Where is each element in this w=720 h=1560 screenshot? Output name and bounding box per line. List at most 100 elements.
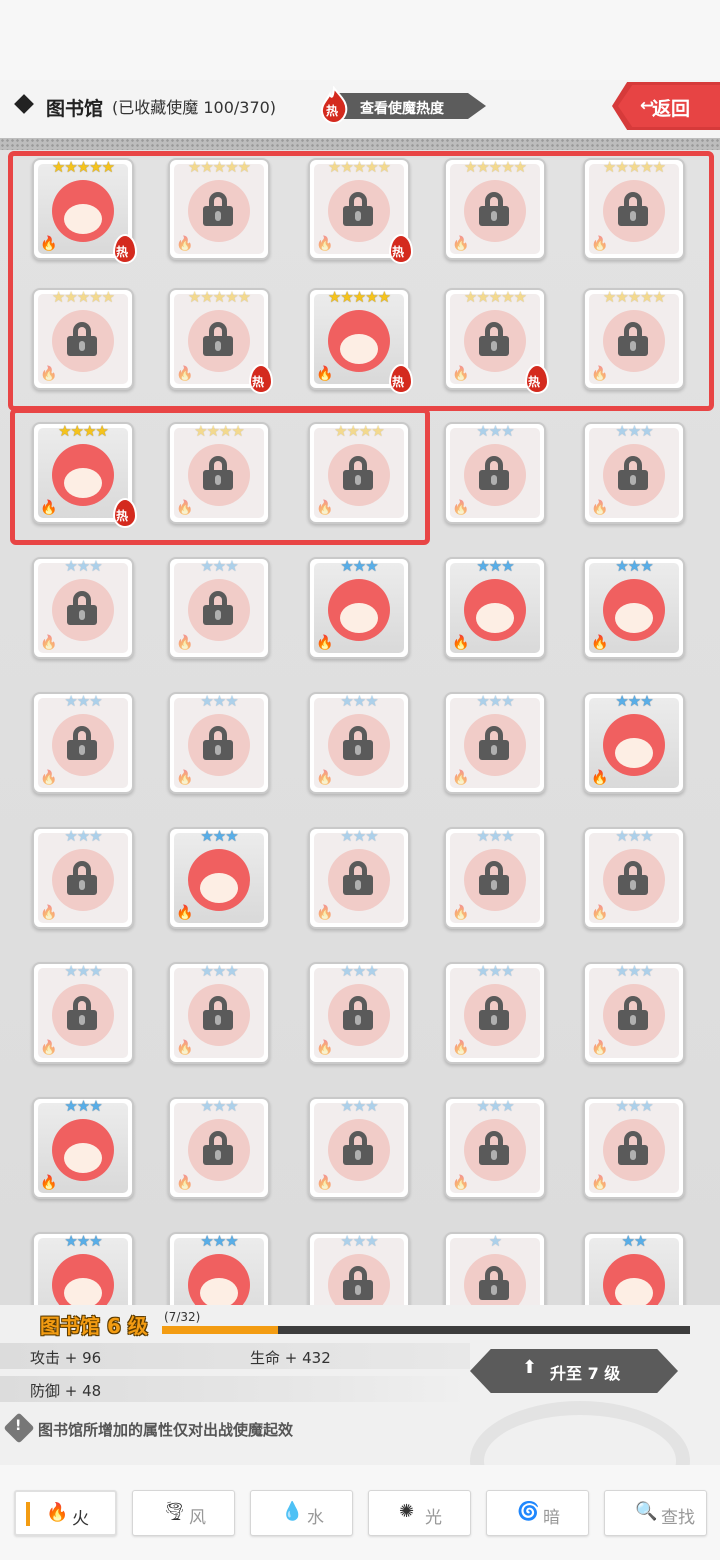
star-rating: ★★★ [64,1232,102,1250]
back-button[interactable]: ↩ 返回 [612,82,720,130]
familiar-card[interactable]: ★★★🔥 [308,827,410,929]
familiar-card[interactable]: ★★★🔥 [308,962,410,1064]
familiar-card[interactable]: ★★★★ 🔥 [168,422,270,524]
familiar-card[interactable]: ★★★★★ 🔥 [32,288,134,390]
tab-label: 暗 [543,1508,560,1528]
familiar-card[interactable]: ★★★★★ 🔥 热 [168,288,273,394]
notice-bar: ! 图书馆所增加的属性仅对出战使魔起效 [0,1411,720,1445]
familiar-card[interactable]: ★★★🔥 [583,827,685,929]
tab-label: 风 [189,1508,206,1528]
familiar-card[interactable]: ★★★🔥 [308,692,410,794]
familiar-card[interactable]: ★★★★ 🔥 [308,422,410,524]
tab-search[interactable]: 🔍 查找 [604,1490,707,1536]
familiar-card[interactable]: ★★★🔥 [168,962,270,1064]
lock-icon [67,861,97,895]
familiar-card[interactable]: ★★★★★ 🔥 热 [32,158,137,264]
familiar-card[interactable]: ★★★🔥 [444,827,546,929]
familiar-face [188,1254,250,1305]
star-rating: ★★★ [200,1232,238,1250]
familiar-grid[interactable]: ★★★★★ 🔥 热 ★★★★★ 🔥 ★★★★★ 🔥 热 ★★★★★ 🔥 ★★★★★ 🔥 ★★★★★ 🔥 ★★… [0,150,720,1305]
familiar-card[interactable]: ★★★🔥 [583,962,685,1064]
familiar-card[interactable]: ★🔥 [444,1232,546,1305]
fire-element-icon: 🔥 [40,1175,58,1191]
fire-element-icon: 🔥 [316,635,334,651]
tab-water[interactable]: 💧 水 [250,1490,353,1536]
view-heat-button[interactable]: 热 查看使魔热度 [318,86,488,124]
familiar-card[interactable]: ★★★🔥 [32,1232,134,1305]
star-rating: ★★★ [340,557,378,575]
familiar-card[interactable]: ★★★🔥 [168,827,270,929]
familiar-card[interactable]: ★★★🔥 [32,962,134,1064]
lock-icon [67,726,97,760]
familiar-card[interactable]: ★★★🔥 [168,557,270,659]
upgrade-button[interactable]: ⬆ 升至 7 级 [470,1349,678,1393]
wind-icon: 🌪 [163,1501,186,1522]
star-rating: ★★★ [64,1097,102,1115]
familiar-card[interactable]: ★★★🔥 [168,1097,270,1199]
star-rating: ★★★★ [194,422,245,440]
familiar-card[interactable]: ★★★🔥 [583,557,685,659]
hot-badge-text: 热 [392,245,405,259]
familiar-card[interactable]: ★★★🔥 [444,692,546,794]
tab-light[interactable]: ✺ 光 [368,1490,471,1536]
familiar-card[interactable]: ★★★★★ 🔥 [168,158,270,260]
star-rating: ★★★ [64,827,102,845]
fire-element-icon: 🔥 [176,500,194,516]
familiar-card[interactable]: ★★★ 🔥 [32,1097,134,1199]
tab-wind[interactable]: 🌪 风 [132,1490,235,1536]
familiar-card[interactable]: ★★★★★ 🔥 热 [308,288,413,394]
tab-fire[interactable]: 🔥 火 [14,1490,117,1536]
familiar-card[interactable]: ★★★🔥 [32,557,134,659]
fire-element-icon: 🔥 [316,500,334,516]
familiar-card[interactable]: ★★★🔥 [32,827,134,929]
lock-icon [618,996,648,1030]
lock-icon [479,322,509,356]
familiar-card[interactable]: ★★★🔥 [583,422,685,524]
tab-label: 水 [307,1508,324,1528]
lock-icon [343,996,373,1030]
familiar-card[interactable]: ★★★🔥 [444,557,546,659]
familiar-card[interactable]: ★★★🔥 [583,692,685,794]
familiar-card[interactable]: ★★★🔥 [168,1232,270,1305]
hp-stat: 生命 + 432 [250,1349,331,1367]
lock-icon [479,861,509,895]
familiar-card[interactable]: ★★★★★ 🔥 热 [308,158,413,264]
fire-element-icon: 🔥 [591,1175,609,1191]
familiar-card[interactable]: ★★★🔥 [444,1097,546,1199]
fire-element-icon: 🔥 [452,905,470,921]
tab-dark[interactable]: 🌀 暗 [486,1490,589,1536]
familiar-card[interactable]: ★★★★★ 🔥 热 [444,288,549,394]
familiar-card[interactable]: ★★★★ 🔥 热 [32,422,137,528]
familiar-card[interactable]: ★★★🔥 [32,692,134,794]
familiar-card[interactable]: ★★★★★ 🔥 [583,158,685,260]
familiar-card[interactable]: ★★★🔥 [308,1232,410,1305]
familiar-card[interactable]: ★★🔥 [583,1232,685,1305]
familiar-face [603,1254,665,1305]
lock-icon [203,726,233,760]
familiar-card[interactable]: ★★★ 🔥 [308,557,410,659]
up-arrow-icon: ⬆ [522,1357,538,1378]
lock-icon [618,192,648,226]
familiar-card[interactable]: ★★★🔥 [444,422,546,524]
familiar-card[interactable]: ★★★🔥 [444,962,546,1064]
familiar-face [52,180,114,242]
lock-icon [67,591,97,625]
fire-element-icon: 🔥 [591,366,609,382]
hot-badge-text: 热 [116,509,129,523]
hot-badge-icon: 热 [386,234,416,268]
header: 图书馆 (已收藏使魔 100/370) 热 查看使魔热度 ↩ 返回 [0,80,720,138]
familiar-card[interactable]: ★★★★★ 🔥 [583,288,685,390]
search-icon: 🔍 [635,1501,658,1522]
hot-badge-icon: 热 [110,498,140,532]
familiar-card[interactable]: ★★★🔥 [583,1097,685,1199]
familiar-card[interactable]: ★★★🔥 [308,1097,410,1199]
familiar-card[interactable]: ★★★★★ 🔥 [444,158,546,260]
familiar-face [52,444,114,506]
lock-icon [67,996,97,1030]
fire-element-icon: 🔥 [176,1040,194,1056]
familiar-card[interactable]: ★★★🔥 [168,692,270,794]
fire-element-icon: 🔥 [591,770,609,786]
star-rating: ★★★★★ [463,158,527,176]
fire-element-icon: 🔥 [591,500,609,516]
stat-row-1: 攻击 + 96 生命 + 432 [0,1343,470,1369]
